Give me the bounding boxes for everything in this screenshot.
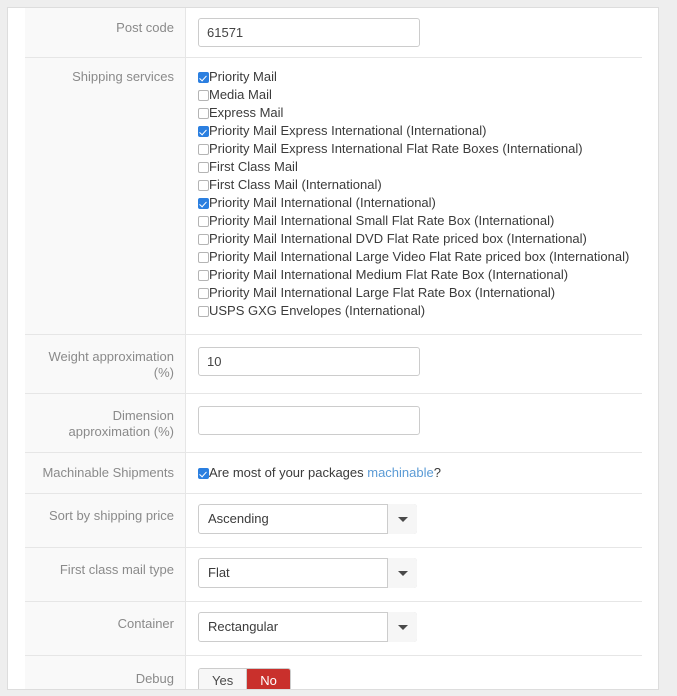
shipping-service-label: USPS GXG Envelopes (International) [209,303,425,318]
shipping-service-checkbox[interactable] [198,288,209,299]
weight-approximation-label-line1: Weight approximation [49,349,175,364]
shipping-service-option[interactable]: Express Mail [198,104,642,122]
shipping-service-label: Priority Mail [209,69,277,84]
first-class-mail-type-label: First class mail type [25,548,186,601]
shipping-service-option[interactable]: USPS GXG Envelopes (International) [198,302,642,320]
form-row-debug: Debug Yes No [25,656,642,690]
form-row-shipping-services: Shipping services Priority Mail Media Mai… [25,58,642,335]
debug-toggle-no[interactable]: No [247,669,290,690]
container-field-cell: Rectangular [186,602,642,655]
machinable-link[interactable]: machinable [367,465,434,480]
shipping-service-checkbox[interactable] [198,234,209,245]
form-row-first-class-mail-type: First class mail type Flat [25,548,642,602]
shipping-services-field-cell: Priority Mail Media Mail Express Mail Prior… [186,58,642,334]
form-row-sort-by-shipping-price: Sort by shipping price Ascending [25,494,642,548]
shipping-service-label: Priority Mail International Large Flat R… [209,285,555,300]
weight-approximation-field-cell [186,335,642,393]
weight-approximation-input[interactable] [198,347,420,376]
container-label: Container [25,602,186,655]
dimension-approximation-label: Dimension approximation (%) [25,394,186,452]
shipping-service-label: Priority Mail International Large Video … [209,249,629,264]
shipping-service-checkbox[interactable] [198,126,209,137]
shipping-service-option[interactable]: Priority Mail International Large Video … [198,248,642,266]
form-row-post-code: Post code [25,8,642,58]
sort-by-shipping-price-value: Ascending [198,504,417,534]
dimension-approximation-label-line2: approximation (%) [69,424,175,439]
sort-by-shipping-price-label: Sort by shipping price [25,494,186,547]
shipping-service-label: Express Mail [209,105,283,120]
machinable-shipments-field-cell: Are most of your packages machinable? [186,453,642,493]
shipping-service-checkbox[interactable] [198,72,209,83]
shipping-service-option[interactable]: Priority Mail International Small Flat R… [198,212,642,230]
dimension-approximation-label-line1: Dimension [113,408,174,423]
debug-toggle-group[interactable]: Yes No [198,668,291,690]
machinable-text-before: Are most of your packages [209,465,367,480]
shipping-service-label: Priority Mail Express International Flat… [209,141,583,156]
chevron-down-icon[interactable] [387,612,417,642]
shipping-service-option[interactable]: Priority Mail Express International Flat… [198,140,642,158]
shipping-service-checkbox[interactable] [198,270,209,281]
form-row-container: Container Rectangular [25,602,642,656]
shipping-service-option[interactable]: Media Mail [198,86,642,104]
debug-toggle-yes[interactable]: Yes [199,669,246,690]
shipping-service-checkbox[interactable] [198,198,209,209]
shipping-service-option[interactable]: Priority Mail International (Internation… [198,194,642,212]
shipping-services-checkbox-list: Priority Mail Media Mail Express Mail Prior… [198,67,642,320]
machinable-text-after: ? [434,465,441,480]
post-code-label: Post code [25,8,186,57]
sort-by-shipping-price-field-cell: Ascending [186,494,642,547]
machinable-shipments-option[interactable]: Are most of your packages machinable? [198,464,642,482]
post-code-input[interactable] [198,18,420,47]
first-class-mail-type-field-cell: Flat [186,548,642,601]
shipping-services-label: Shipping services [25,58,186,334]
shipping-service-checkbox[interactable] [198,306,209,317]
debug-field-cell: Yes No [186,656,642,690]
shipping-service-checkbox[interactable] [198,162,209,173]
shipping-service-option[interactable]: Priority Mail International DVD Flat Rat… [198,230,642,248]
chevron-down-icon[interactable] [387,504,417,534]
chevron-down-icon[interactable] [387,558,417,588]
shipping-service-label: First Class Mail (International) [209,177,382,192]
shipping-service-checkbox[interactable] [198,90,209,101]
shipping-service-option[interactable]: Priority Mail International Large Flat R… [198,284,642,302]
shipping-service-label: Priority Mail Express International (Int… [209,123,486,138]
settings-panel: Post code Shipping services Priority Mai… [7,7,659,690]
shipping-service-label: Priority Mail International (Internation… [209,195,436,210]
shipping-service-option[interactable]: Priority Mail [198,68,642,86]
form-row-weight-approximation: Weight approximation (%) [25,335,642,394]
form-row-dimension-approximation: Dimension approximation (%) [25,394,642,453]
weight-approximation-label: Weight approximation (%) [25,335,186,393]
shipping-service-checkbox[interactable] [198,216,209,227]
post-code-field-cell [186,8,642,57]
shipping-service-label: Priority Mail International Medium Flat … [209,267,568,282]
dimension-approximation-field-cell [186,394,642,452]
shipping-service-checkbox[interactable] [198,180,209,191]
form-row-machinable-shipments: Machinable Shipments Are most of your pa… [25,453,642,494]
container-value: Rectangular [198,612,417,642]
container-select[interactable]: Rectangular [198,612,417,642]
weight-approximation-label-line2: (%) [154,365,174,380]
dimension-approximation-input[interactable] [198,406,420,435]
first-class-mail-type-select[interactable]: Flat [198,558,417,588]
shipping-service-label: Priority Mail International Small Flat R… [209,213,554,228]
shipping-service-checkbox[interactable] [198,252,209,263]
debug-label: Debug [25,656,186,690]
sort-by-shipping-price-select[interactable]: Ascending [198,504,417,534]
shipping-service-option[interactable]: Priority Mail Express International (Int… [198,122,642,140]
machinable-shipments-checkbox[interactable] [198,468,209,479]
shipping-service-checkbox[interactable] [198,108,209,119]
shipping-settings-form: Post code Shipping services Priority Mai… [25,8,642,690]
shipping-service-label: Priority Mail International DVD Flat Rat… [209,231,587,246]
shipping-service-option[interactable]: Priority Mail International Medium Flat … [198,266,642,284]
shipping-service-label: Media Mail [209,87,272,102]
first-class-mail-type-value: Flat [198,558,417,588]
shipping-service-label: First Class Mail [209,159,298,174]
shipping-service-option[interactable]: First Class Mail (International) [198,176,642,194]
machinable-shipments-label: Machinable Shipments [25,453,186,493]
shipping-service-option[interactable]: First Class Mail [198,158,642,176]
shipping-service-checkbox[interactable] [198,144,209,155]
